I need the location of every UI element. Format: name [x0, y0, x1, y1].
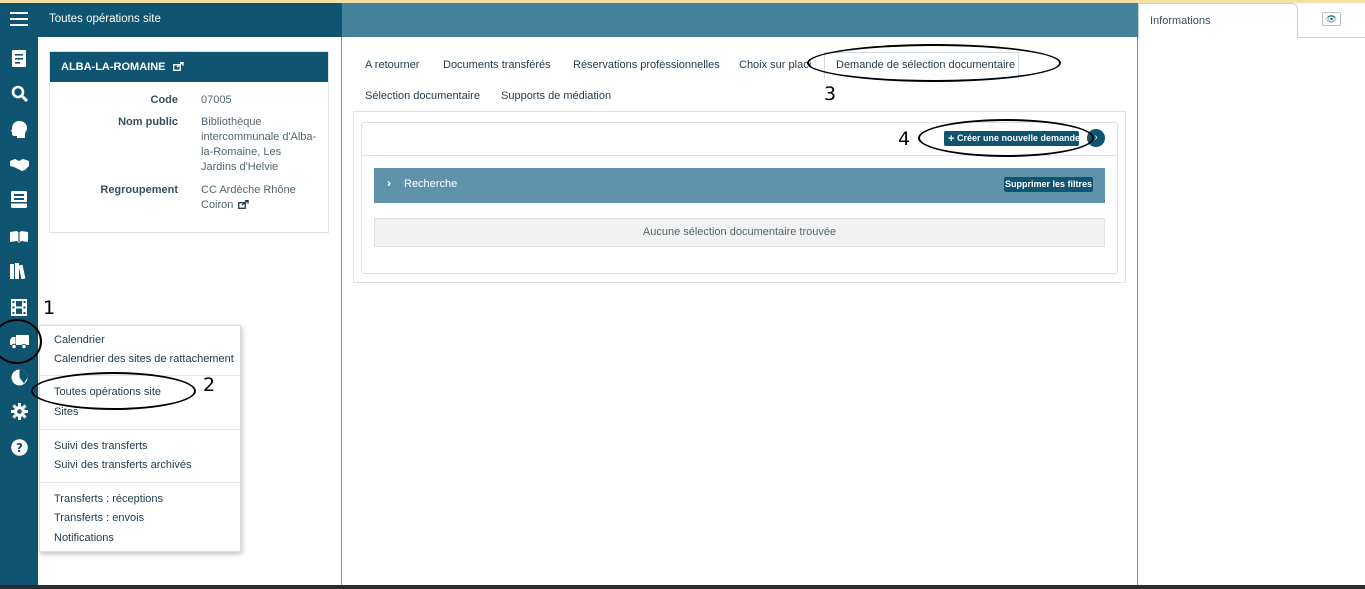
site-name: ALBA-LA-ROMAINE: [61, 61, 166, 73]
annotation-ellipse: [807, 44, 1061, 82]
open-book-icon[interactable]: [9, 227, 29, 247]
empty-results-message: Aucune sélection documentaire trouvée: [374, 218, 1105, 247]
header-band: [342, 3, 1138, 37]
svg-text:?: ?: [16, 441, 23, 455]
group-value: CC Ardèche Rhône Coiron: [201, 183, 301, 213]
menu-icon[interactable]: [9, 9, 29, 29]
group-label: Regroupement: [100, 184, 178, 196]
tab-selection-documentaire[interactable]: Sélection documentaire: [365, 90, 480, 102]
annotation-number: 1: [43, 297, 56, 319]
menu-item-suivi-transferts[interactable]: Suivi des transferts: [54, 440, 148, 452]
pie-chart-icon[interactable]: [9, 367, 29, 387]
annotation-number: 3: [824, 83, 837, 105]
help-icon[interactable]: ?: [9, 437, 29, 457]
tab-a-retourner[interactable]: A retourner: [365, 59, 419, 71]
menu-item-receptions[interactable]: Transferts : réceptions: [54, 493, 163, 505]
menu-item-calendrier[interactable]: Calendrier: [54, 334, 105, 346]
search-panel-header[interactable]: › Recherche: [374, 168, 1105, 203]
info-panel-title: Informations: [1150, 15, 1211, 27]
external-link-icon[interactable]: [172, 61, 184, 71]
icon-rail: ?: [0, 3, 38, 585]
site-card-header: ALBA-LA-ROMAINE: [50, 52, 328, 82]
gear-icon[interactable]: [9, 401, 29, 421]
public-name-label: Nom public: [118, 116, 178, 128]
annotation-ellipse: [31, 372, 196, 410]
chevron-right-icon: ›: [387, 176, 391, 190]
info-panel-tab[interactable]: Informations: [1138, 3, 1298, 38]
menu-item-envois[interactable]: Transferts : envois: [54, 512, 144, 524]
annotation-number: 4: [898, 128, 911, 150]
tab-documents-transferes[interactable]: Documents transférés: [443, 59, 551, 71]
tab-reservations-professionnelles[interactable]: Réservations professionnelles: [573, 59, 720, 71]
info-divider: [1298, 37, 1365, 38]
film-icon[interactable]: [9, 297, 29, 317]
tray-icon[interactable]: [9, 189, 29, 209]
menu-item-suivi-archives[interactable]: Suivi des transferts archivés: [54, 459, 192, 471]
public-name-value: Bibliothèque intercommunale d'Alba-la-Ro…: [201, 116, 317, 173]
code-value: 07005: [201, 94, 232, 106]
menu-divider: [40, 482, 240, 483]
menu-divider: [40, 429, 240, 430]
menu-item-notifications[interactable]: Notifications: [54, 532, 114, 544]
eye-icon[interactable]: 👁: [1322, 12, 1341, 26]
clear-filters-button[interactable]: Supprimer les filtres: [1004, 177, 1093, 192]
handshake-icon[interactable]: [9, 155, 29, 175]
external-link-icon[interactable]: [238, 199, 250, 209]
column-divider-left: [341, 37, 342, 585]
tab-choix-sur-place[interactable]: Choix sur place: [739, 59, 811, 71]
books-icon[interactable]: [9, 261, 29, 281]
page-title: Toutes opérations site: [49, 13, 161, 25]
code-label: Code: [150, 94, 179, 106]
tab-supports-mediation[interactable]: Supports de médiation: [501, 90, 611, 102]
annotation-ellipse: [918, 119, 1094, 157]
head-icon[interactable]: [9, 119, 29, 139]
transfer-menu: Calendrier Calendrier des sites de ratta…: [39, 325, 241, 552]
search-icon[interactable]: [9, 83, 29, 103]
document-icon[interactable]: [9, 48, 29, 68]
search-label: Recherche: [404, 178, 458, 190]
column-divider-right: [1137, 37, 1138, 585]
annotation-number: 2: [203, 374, 216, 396]
bottom-edge: [0, 585, 1365, 589]
page-header: Toutes opérations site: [38, 3, 342, 37]
menu-item-calendrier-rattachement[interactable]: Calendrier des sites de rattachement: [54, 353, 234, 365]
